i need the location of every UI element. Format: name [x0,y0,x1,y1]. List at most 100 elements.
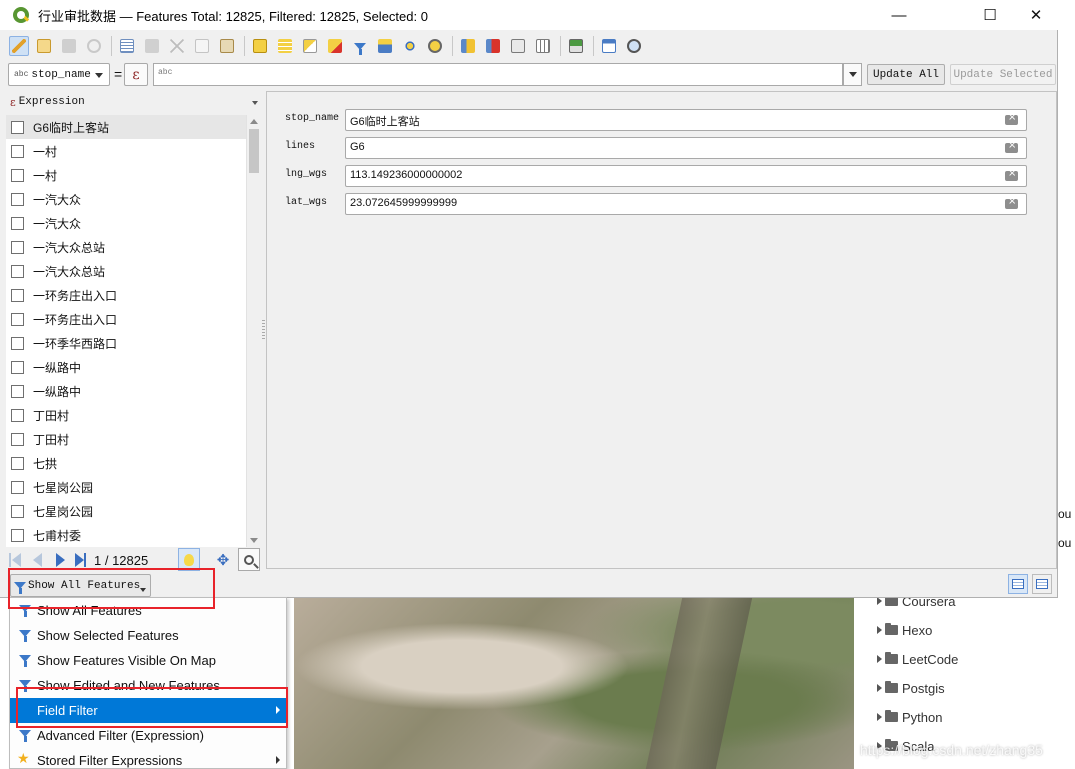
list-item[interactable]: 七甫村委 [6,523,246,547]
checkbox[interactable] [11,168,24,182]
dock-icon[interactable] [599,36,619,56]
pencil-icon[interactable] [9,36,29,56]
folder-item[interactable]: Python [877,708,942,726]
checkbox[interactable] [11,432,24,446]
invert-selection-icon[interactable] [300,36,320,56]
clear-icon[interactable] [1005,112,1018,125]
move-top-icon[interactable] [375,36,395,56]
menu-item-show-selected[interactable]: Show Selected Features [10,623,286,648]
scroll-up-icon[interactable] [250,119,258,124]
scrollbar-thumb[interactable] [249,129,259,173]
previous-feature-icon[interactable] [33,553,42,567]
select-all-icon[interactable] [275,36,295,56]
menu-item-stored-filters[interactable]: ★ Stored Filter Expressions [10,748,286,769]
value-dropdown-button[interactable] [843,63,862,86]
checkbox[interactable] [11,312,24,326]
new-field-icon[interactable] [458,36,478,56]
list-item[interactable]: 七星岗公园 [6,475,246,499]
add-feature-icon[interactable] [117,36,137,56]
menu-item-visible-on-map[interactable]: Show Features Visible On Map [10,648,286,673]
checkbox[interactable] [11,504,24,518]
list-item[interactable]: 一村 [6,163,246,187]
select-expression-icon[interactable] [250,36,270,56]
checkbox[interactable] [11,144,24,158]
form-view-button[interactable] [1008,574,1028,594]
deselect-icon[interactable] [325,36,345,56]
list-item[interactable]: 一村 [6,139,246,163]
field-selector[interactable]: abc stop_name [8,63,110,86]
clear-icon[interactable] [1005,196,1018,209]
field-input[interactable]: 113.149236000000002 [345,165,1027,187]
checkbox[interactable] [11,456,24,470]
checkbox[interactable] [11,408,24,422]
list-item[interactable]: 丁田村 [6,427,246,451]
pan-to-icon[interactable] [400,36,420,56]
panel-splitter[interactable] [262,320,265,340]
checkbox[interactable] [11,528,24,542]
delete-feature-icon[interactable] [142,36,162,56]
first-feature-icon[interactable] [9,553,21,567]
close-button[interactable]: ✕ [1013,0,1059,30]
pan-to-feature-icon[interactable]: ✥ [214,551,232,569]
list-item[interactable]: 一环季华西路口 [6,331,246,355]
field-value-input[interactable]: abc [153,63,843,86]
delete-field-icon[interactable] [483,36,503,56]
reload-icon[interactable] [84,36,104,56]
display-expression-header[interactable]: ε Expression [6,91,262,113]
field-input[interactable]: G6临时上客站 [345,109,1027,131]
list-item[interactable]: 一汽大众总站 [6,259,246,283]
field-input[interactable]: G6 [345,137,1027,159]
checkbox[interactable] [11,264,24,278]
list-scrollbar[interactable] [246,115,260,547]
list-item[interactable]: 七拱 [6,451,246,475]
list-item[interactable]: 一纵路中 [6,379,246,403]
minimize-button[interactable]: — [876,0,922,30]
checkbox[interactable] [11,336,24,350]
checkbox[interactable] [11,120,24,134]
checkbox[interactable] [11,360,24,374]
next-feature-icon[interactable] [56,553,65,567]
clear-icon[interactable] [1005,168,1018,181]
list-item[interactable]: 一汽大众 [6,211,246,235]
update-selected-button[interactable]: Update Selected [950,64,1056,85]
multi-edit-icon[interactable] [34,36,54,56]
folder-item[interactable]: Hexo [877,621,932,639]
list-item[interactable]: G6临时上客站 [6,115,246,139]
conditional-format-icon[interactable] [533,36,553,56]
feature-list[interactable]: G6临时上客站 一村 一村 一汽大众 一汽大众 一汽大众总站 一汽大众总站 一环… [6,115,246,547]
clear-icon[interactable] [1005,140,1018,153]
checkbox[interactable] [11,216,24,230]
actions-icon[interactable] [566,36,586,56]
field-input[interactable]: 23.072645999999999 [345,193,1027,215]
paste-icon[interactable] [217,36,237,56]
scroll-down-icon[interactable] [250,538,258,543]
funnel-icon [19,730,31,742]
folder-item[interactable]: LeetCode [877,650,958,668]
list-item[interactable]: 一汽大众 [6,187,246,211]
list-item[interactable]: 一汽大众总站 [6,235,246,259]
filter-selected-icon[interactable] [350,36,370,56]
list-item[interactable]: 一环务庄出入口 [6,283,246,307]
zoom-to-feature-button[interactable] [238,548,260,571]
checkbox[interactable] [11,288,24,302]
update-all-button[interactable]: Update All [867,64,945,85]
checkbox[interactable] [11,480,24,494]
last-feature-icon[interactable] [75,553,86,567]
cut-icon[interactable] [167,36,187,56]
zoom-to-icon[interactable] [425,36,445,56]
copy-icon[interactable] [192,36,212,56]
save-icon[interactable] [59,36,79,56]
maximize-button[interactable]: ☐ [967,0,1013,30]
list-item[interactable]: 一纵路中 [6,355,246,379]
table-view-button[interactable] [1032,574,1052,594]
list-item[interactable]: 七星岗公园 [6,499,246,523]
list-item[interactable]: 丁田村 [6,403,246,427]
map-tips-icon[interactable] [624,36,644,56]
checkbox[interactable] [11,384,24,398]
list-item[interactable]: 一环务庄出入口 [6,307,246,331]
checkbox[interactable] [11,240,24,254]
field-calculator-icon[interactable] [508,36,528,56]
expression-builder-button[interactable]: ε [124,63,148,86]
checkbox[interactable] [11,192,24,206]
folder-item[interactable]: Postgis [877,679,945,697]
